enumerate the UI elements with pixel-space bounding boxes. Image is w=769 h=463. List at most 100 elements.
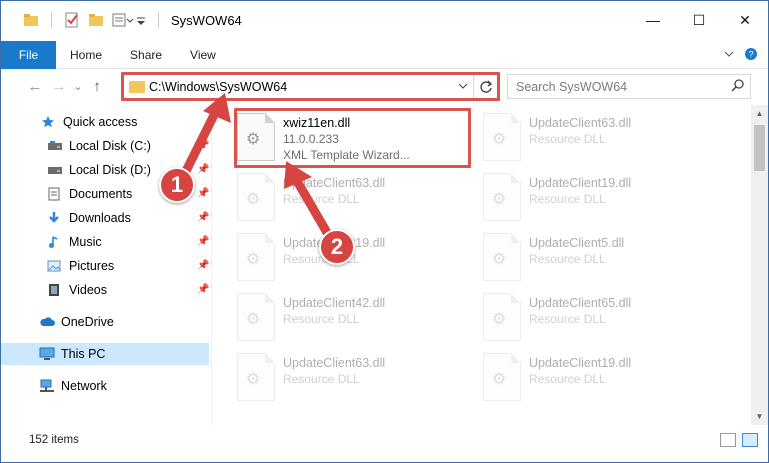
pictures-icon bbox=[47, 259, 63, 273]
sidebar-item-label: Quick access bbox=[63, 115, 138, 129]
sidebar-item-music[interactable]: Music 📌 bbox=[1, 231, 209, 253]
file-type: Resource DLL bbox=[283, 372, 360, 386]
details-view-icon[interactable] bbox=[720, 433, 736, 447]
ribbon-tabs: File Home Share View ? bbox=[1, 40, 768, 69]
tab-share[interactable]: Share bbox=[116, 41, 176, 69]
cloud-icon bbox=[39, 315, 55, 329]
file-type: Resource DLL bbox=[529, 252, 606, 266]
downloads-icon bbox=[47, 211, 63, 225]
file-type: Resource DLL bbox=[529, 372, 606, 386]
file-tile[interactable]: ⚙ UpdateClient63.dll Resource DLL bbox=[225, 349, 465, 407]
music-icon bbox=[47, 235, 63, 249]
recent-locations-button[interactable]: ⌄ bbox=[71, 80, 85, 93]
dll-file-icon: ⚙ bbox=[483, 233, 521, 281]
search-box[interactable]: Search SysWOW64 bbox=[507, 74, 751, 99]
dll-file-icon: ⚙ bbox=[483, 293, 521, 341]
file-name: UpdateClient42.dll bbox=[283, 296, 386, 310]
computer-icon bbox=[39, 347, 55, 361]
file-name: UpdateClient65.dll bbox=[529, 296, 632, 310]
sidebar-item-label: Music bbox=[69, 235, 102, 249]
navigation-pane: Quick access Local Disk (C:) 📌 Local Dis… bbox=[1, 105, 211, 425]
pin-icon[interactable]: 📌 bbox=[197, 188, 209, 199]
sidebar-item-label: OneDrive bbox=[61, 315, 114, 329]
help-icon[interactable]: ? bbox=[744, 47, 758, 64]
sidebar-item-downloads[interactable]: Downloads 📌 bbox=[1, 207, 209, 229]
up-button[interactable]: ↑ bbox=[85, 78, 109, 95]
address-bar-highlight bbox=[121, 72, 500, 101]
dropdown-arrow-icon[interactable] bbox=[136, 12, 146, 28]
videos-icon bbox=[47, 283, 63, 297]
file-tile[interactable]: ⚙ UpdateClient63.dll Resource DLL bbox=[471, 109, 711, 167]
sidebar-item-pictures[interactable]: Pictures 📌 bbox=[1, 255, 209, 277]
pane-divider[interactable] bbox=[211, 105, 212, 425]
tab-view[interactable]: View bbox=[176, 41, 230, 69]
gear-icon: ⚙ bbox=[492, 371, 507, 388]
large-icons-view-icon[interactable] bbox=[742, 433, 758, 447]
file-highlight bbox=[234, 108, 471, 168]
file-tile[interactable]: ⚙ UpdateClient19.dll Resource DLL bbox=[471, 169, 711, 227]
chevron-down-icon[interactable] bbox=[724, 48, 734, 62]
tab-home[interactable]: Home bbox=[56, 41, 116, 69]
sidebar-item-this-pc[interactable]: This PC bbox=[1, 343, 209, 365]
sidebar-item-onedrive[interactable]: OneDrive bbox=[1, 311, 209, 333]
file-tile[interactable]: ⚙ UpdateClient65.dll Resource DLL bbox=[471, 289, 711, 347]
sidebar-item-network[interactable]: Network bbox=[1, 375, 209, 397]
folder-icon bbox=[23, 12, 39, 28]
network-icon bbox=[39, 379, 55, 393]
sidebar-item-videos[interactable]: Videos 📌 bbox=[1, 279, 209, 301]
gear-icon: ⚙ bbox=[492, 311, 507, 328]
file-type: Resource DLL bbox=[529, 132, 606, 146]
view-toggle bbox=[720, 433, 758, 447]
sidebar-item-quick-access[interactable]: Quick access bbox=[1, 111, 209, 133]
maximize-button[interactable]: ☐ bbox=[676, 1, 722, 39]
dll-file-icon: ⚙ bbox=[237, 233, 275, 281]
file-name: UpdateClient63.dll bbox=[283, 176, 386, 190]
window-controls: — ☐ ✕ bbox=[630, 1, 768, 39]
file-name: UpdateClient63.dll bbox=[283, 356, 386, 370]
title-bar: SysWOW64 — ☐ ✕ bbox=[1, 1, 768, 39]
scrollbar-thumb[interactable] bbox=[754, 125, 765, 171]
dll-file-icon: ⚙ bbox=[483, 353, 521, 401]
pin-icon[interactable]: 📌 bbox=[197, 164, 209, 175]
gear-icon: ⚙ bbox=[492, 251, 507, 268]
documents-icon bbox=[47, 187, 63, 201]
status-bar: 152 items bbox=[1, 429, 768, 451]
file-tile[interactable]: ⚙ UpdateClient63.dll Resource DLL bbox=[225, 169, 465, 227]
back-button[interactable]: ← bbox=[23, 78, 47, 95]
star-icon bbox=[41, 115, 57, 129]
close-button[interactable]: ✕ bbox=[722, 1, 768, 39]
vertical-scrollbar[interactable]: ▲ ▼ bbox=[751, 105, 768, 425]
pin-icon[interactable]: 📌 bbox=[197, 212, 209, 223]
sidebar-item-label: Videos bbox=[69, 283, 107, 297]
file-explorer-window: SysWOW64 — ☐ ✕ File Home Share View ? ← … bbox=[0, 0, 769, 463]
properties-icon[interactable] bbox=[64, 12, 80, 28]
pin-icon[interactable]: 📌 bbox=[197, 260, 209, 271]
pin-icon[interactable]: 📌 bbox=[197, 140, 209, 151]
forward-button[interactable]: → bbox=[47, 78, 71, 95]
drive-icon bbox=[47, 163, 63, 177]
file-tile[interactable]: ⚙ UpdateClient19.dll Resource DLL bbox=[471, 349, 711, 407]
dll-file-icon: ⚙ bbox=[483, 173, 521, 221]
dll-file-icon: ⚙ bbox=[237, 173, 275, 221]
step-badge-1: 1 bbox=[159, 167, 195, 203]
search-icon[interactable] bbox=[731, 79, 744, 95]
drive-icon bbox=[47, 139, 63, 153]
tab-file[interactable]: File bbox=[1, 40, 56, 69]
gear-icon: ⚙ bbox=[492, 191, 507, 208]
sidebar-item-local-disk-c[interactable]: Local Disk (C:) 📌 bbox=[1, 135, 209, 157]
gear-icon: ⚙ bbox=[246, 191, 261, 208]
search-input[interactable]: Search SysWOW64 bbox=[516, 80, 627, 94]
file-name: UpdateClient19.dll bbox=[529, 176, 632, 190]
pin-icon[interactable]: 📌 bbox=[197, 284, 209, 295]
file-tile[interactable]: ⚙ UpdateClient5.dll Resource DLL bbox=[471, 229, 711, 287]
gear-icon: ⚙ bbox=[246, 251, 261, 268]
customize-toolbar-icon[interactable] bbox=[112, 12, 134, 28]
pin-icon[interactable]: 📌 bbox=[197, 236, 209, 247]
scroll-down-arrow-icon[interactable]: ▼ bbox=[751, 408, 768, 425]
minimize-button[interactable]: — bbox=[630, 1, 676, 39]
gear-icon: ⚙ bbox=[246, 311, 261, 328]
new-folder-icon[interactable] bbox=[88, 12, 104, 28]
dll-file-icon: ⚙ bbox=[483, 113, 521, 161]
scroll-up-arrow-icon[interactable]: ▲ bbox=[751, 105, 768, 122]
file-tile[interactable]: ⚙ UpdateClient42.dll Resource DLL bbox=[225, 289, 465, 347]
